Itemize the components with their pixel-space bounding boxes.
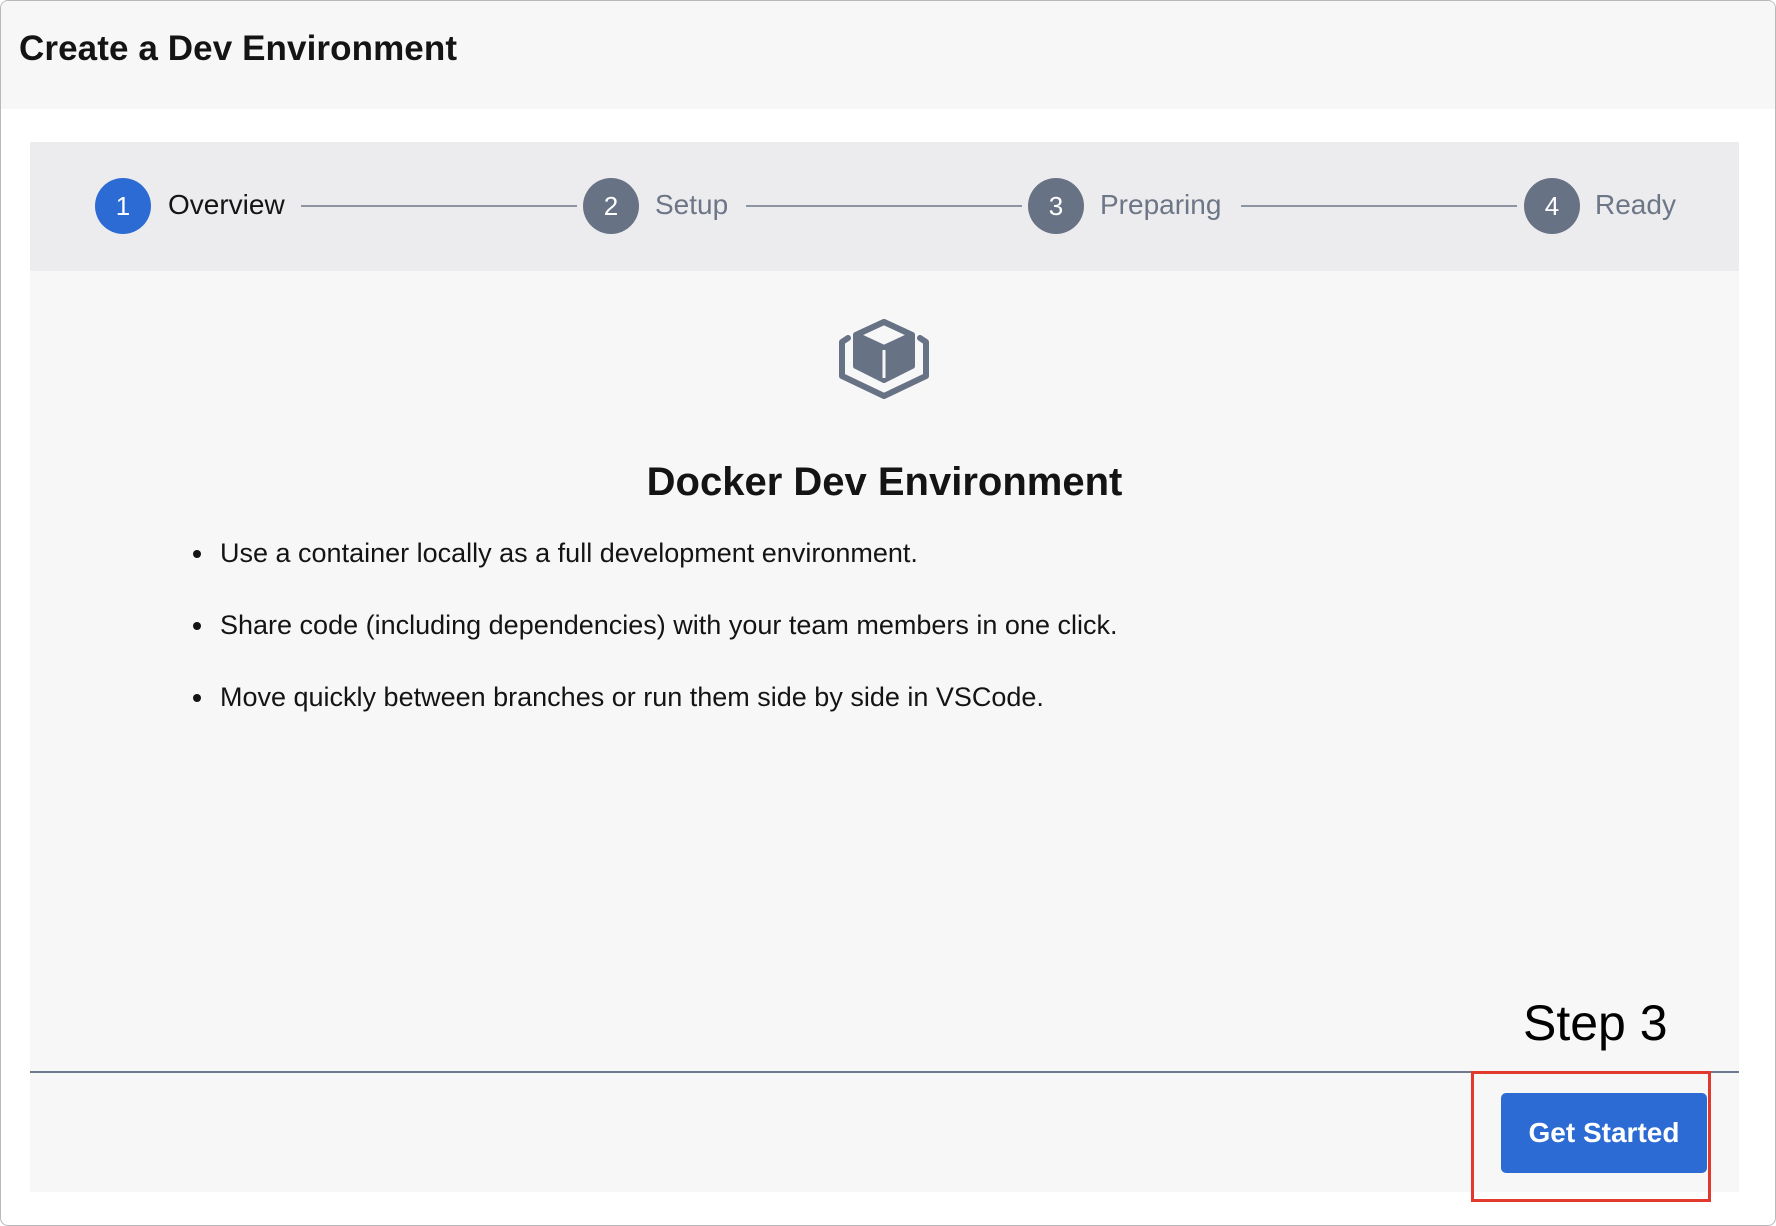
dialog-title: Create a Dev Environment [19, 29, 458, 68]
step-4-number: 4 [1524, 178, 1580, 234]
step-1-label: Overview [168, 189, 285, 220]
get-started-button[interactable]: Get Started [1501, 1093, 1707, 1173]
step-1-number: 1 [95, 178, 151, 234]
step-connector [746, 205, 1022, 207]
feature-list-item: Use a container locally as a full develo… [216, 536, 1117, 608]
feature-list-item: Share code (including dependencies) with… [216, 608, 1117, 680]
feature-list: Use a container locally as a full develo… [194, 536, 1117, 752]
step-3-label: Preparing [1100, 189, 1222, 220]
step-annotation-label: Step 3 [1523, 995, 1668, 1051]
step-connector [1241, 205, 1517, 207]
feature-list-item: Move quickly between branches or run the… [216, 680, 1117, 752]
wizard-panel: 1 Overview 2 Setup 3 Preparing 4 Ready D… [30, 142, 1739, 1192]
step-3-number: 3 [1028, 178, 1084, 234]
wizard-stepper: 1 Overview 2 Setup 3 Preparing 4 Ready [30, 142, 1739, 271]
package-box-icon [839, 319, 929, 399]
step-connector [301, 205, 577, 207]
dialog-title-bar: Create a Dev Environment [1, 1, 1775, 109]
dev-environment-dialog: Create a Dev Environment 1 Overview 2 Se… [0, 0, 1776, 1226]
step-2-label: Setup [655, 189, 729, 220]
step-2-number: 2 [583, 178, 639, 234]
section-heading: Docker Dev Environment [646, 460, 1123, 504]
step-4-label: Ready [1595, 189, 1676, 220]
